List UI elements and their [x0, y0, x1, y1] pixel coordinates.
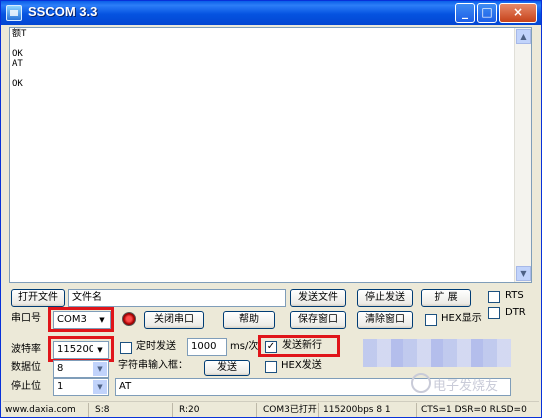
- title-bar[interactable]: SSCOM 3.3 _ □ ×: [1, 1, 541, 25]
- close-port-button[interactable]: 关闭串口: [144, 311, 204, 329]
- scroll-down-icon[interactable]: ▼: [516, 266, 531, 281]
- help-button[interactable]: 帮助: [223, 311, 275, 329]
- port-label: 串口号: [11, 313, 41, 324]
- stop-send-button[interactable]: 停止发送: [357, 289, 413, 307]
- data-bits-value: 8: [57, 363, 64, 374]
- status-site: www.daxia.com: [3, 403, 89, 417]
- status-received: R:20: [177, 403, 257, 417]
- scroll-up-icon[interactable]: ▲: [516, 29, 531, 44]
- stop-bits-label: 停止位: [11, 381, 41, 392]
- dtr-checkbox[interactable]: [488, 307, 500, 319]
- receive-text: 额T OK AT OK: [12, 29, 27, 89]
- status-sent: S:8: [93, 403, 173, 417]
- chevron-down-icon[interactable]: ▼: [93, 362, 107, 376]
- highlight-port: [48, 307, 114, 332]
- maximize-button[interactable]: □: [477, 3, 497, 23]
- save-window-button[interactable]: 保存窗口: [290, 311, 346, 329]
- stop-bits-value: 1: [57, 381, 64, 392]
- blurred-region: [363, 339, 511, 367]
- file-name-input[interactable]: 文件名: [68, 289, 286, 307]
- status-bar: www.daxia.com S:8 R:20 COM3已打开 115200bps…: [3, 401, 539, 417]
- data-bits-label: 数据位: [11, 362, 41, 373]
- send-button[interactable]: 发送: [204, 360, 250, 376]
- status-port-state: COM3已打开: [261, 403, 319, 417]
- interval-unit-label: ms/次: [230, 341, 259, 352]
- status-signals: CTS=1 DSR=0 RLSD=0: [421, 405, 527, 415]
- watermark-logo-icon: [411, 373, 431, 393]
- rts-checkbox[interactable]: [488, 291, 500, 303]
- expand-button[interactable]: 扩 展: [421, 289, 471, 307]
- chevron-down-icon[interactable]: ▼: [93, 380, 107, 394]
- hex-send-label: HEX发送: [281, 360, 322, 371]
- clear-window-button[interactable]: 清除窗口: [357, 311, 413, 329]
- timed-send-checkbox[interactable]: [120, 342, 132, 354]
- hex-display-label: HEX显示: [441, 313, 482, 324]
- baud-label: 波特率: [11, 344, 41, 355]
- rts-label: RTS: [505, 290, 524, 301]
- string-input-label: 字符串输入框：: [118, 360, 188, 371]
- open-file-button[interactable]: 打开文件: [11, 289, 65, 307]
- receive-area[interactable]: 额T OK AT OK ▲ ▼: [9, 27, 532, 283]
- data-bits-select[interactable]: 8 ▼: [53, 360, 109, 378]
- dtr-label: DTR: [505, 307, 526, 318]
- watermark-text: 电子发烧友: [433, 379, 499, 394]
- minimize-button[interactable]: _: [455, 3, 475, 23]
- hex-send-checkbox[interactable]: [265, 361, 277, 373]
- highlight-baud: [48, 336, 114, 362]
- sscom-window: SSCOM 3.3 _ □ × 额T OK AT OK ▲ ▼ 打开文件 文件名…: [0, 0, 542, 418]
- timed-send-label: 定时发送: [136, 341, 176, 352]
- app-icon: [6, 5, 22, 21]
- send-file-button[interactable]: 发送文件: [290, 289, 346, 307]
- status-settings: 115200bps 8 1: [321, 403, 417, 417]
- highlight-send-newline: [258, 335, 340, 357]
- interval-input[interactable]: 1000: [187, 338, 227, 356]
- close-button[interactable]: ×: [499, 3, 537, 23]
- port-status-icon: [122, 312, 136, 326]
- hex-display-checkbox[interactable]: [425, 314, 437, 326]
- stop-bits-select[interactable]: 1 ▼: [53, 378, 109, 396]
- vertical-scrollbar[interactable]: ▲ ▼: [514, 28, 531, 282]
- window-title: SSCOM 3.3: [28, 4, 98, 19]
